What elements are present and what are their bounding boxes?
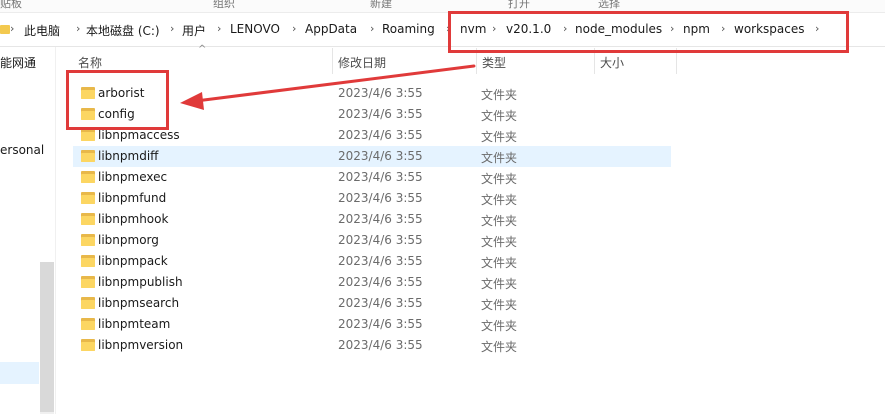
ribbon-open-label[interactable]: 打开	[508, 0, 530, 11]
chevron-right-icon[interactable]: ›	[370, 22, 374, 35]
file-row[interactable]: libnpmfund 2023/4/6 3:55 文件夹	[73, 188, 671, 209]
file-type: 文件夹	[481, 340, 518, 354]
nav-item-personal[interactable]: ersonal	[0, 143, 44, 157]
folder-icon	[81, 318, 95, 330]
file-type: 文件夹	[481, 214, 518, 228]
file-date: 2023/4/6 3:55	[338, 233, 423, 247]
annotation-box-folders	[66, 70, 169, 130]
ribbon-select-label[interactable]: 选择	[598, 0, 620, 11]
chevron-right-icon[interactable]: ›	[10, 22, 14, 35]
chevron-right-icon[interactable]: ›	[76, 22, 80, 35]
column-header-type[interactable]: 类型	[482, 54, 506, 71]
navigation-pane[interactable]: 能网通 ersonal	[0, 47, 56, 414]
file-name[interactable]: libnpmsearch	[98, 296, 179, 310]
file-type: 文件夹	[481, 235, 518, 249]
file-date: 2023/4/6 3:55	[338, 338, 423, 352]
folder-icon	[81, 234, 95, 246]
folder-icon	[81, 276, 95, 288]
file-date: 2023/4/6 3:55	[338, 170, 423, 184]
breadcrumb-appdata[interactable]: AppData	[305, 22, 357, 36]
ribbon-clipboard-label[interactable]: 贴板	[0, 0, 22, 11]
file-type: 文件夹	[481, 130, 518, 144]
file-name[interactable]: libnpmteam	[98, 317, 170, 331]
folder-icon	[81, 150, 95, 162]
file-row[interactable]: libnpmsearch 2023/4/6 3:55 文件夹	[73, 293, 671, 314]
file-date: 2023/4/6 3:55	[338, 296, 423, 310]
file-row[interactable]: libnpmorg 2023/4/6 3:55 文件夹	[73, 230, 671, 251]
breadcrumb-lenovo[interactable]: LENOVO	[230, 22, 280, 36]
file-date: 2023/4/6 3:55	[338, 275, 423, 289]
file-type: 文件夹	[481, 88, 518, 102]
ribbon-organize-label[interactable]: 组织	[213, 0, 235, 11]
file-type: 文件夹	[481, 109, 518, 123]
nav-scrollbar-thumb[interactable]	[40, 262, 54, 412]
file-name[interactable]: libnpmdiff	[98, 149, 158, 163]
nav-item-selected[interactable]	[0, 362, 39, 384]
file-name[interactable]: libnpmexec	[98, 170, 167, 184]
file-date: 2023/4/6 3:55	[338, 212, 423, 226]
file-date: 2023/4/6 3:55	[338, 107, 423, 121]
file-type: 文件夹	[481, 319, 518, 333]
file-date: 2023/4/6 3:55	[338, 86, 423, 100]
folder-icon	[81, 339, 95, 351]
folder-icon	[81, 213, 95, 225]
file-type: 文件夹	[481, 151, 518, 165]
file-date: 2023/4/6 3:55	[338, 128, 423, 142]
file-row[interactable]: libnpmpack 2023/4/6 3:55 文件夹	[73, 251, 671, 272]
file-name[interactable]: libnpmorg	[98, 233, 159, 247]
file-row[interactable]: libnpmhook 2023/4/6 3:55 文件夹	[73, 209, 671, 230]
file-name[interactable]: libnpmversion	[98, 338, 183, 352]
file-row[interactable]: libnpmpublish 2023/4/6 3:55 文件夹	[73, 272, 671, 293]
column-header-date[interactable]: 修改日期	[338, 54, 386, 71]
folder-icon	[0, 25, 10, 34]
file-name[interactable]: libnpmpack	[98, 254, 168, 268]
file-row-hovered[interactable]: libnpmdiff 2023/4/6 3:55 文件夹	[73, 146, 671, 167]
folder-icon	[81, 192, 95, 204]
sort-ascending-icon: ^	[198, 44, 207, 55]
chevron-right-icon[interactable]: ›	[170, 22, 174, 35]
file-row[interactable]: libnpmexec 2023/4/6 3:55 文件夹	[73, 167, 671, 188]
file-name[interactable]: libnpmhook	[98, 212, 168, 226]
file-type: 文件夹	[481, 298, 518, 312]
file-date: 2023/4/6 3:55	[338, 191, 423, 205]
file-row[interactable]: libnpmversion 2023/4/6 3:55 文件夹	[73, 335, 671, 356]
folder-icon	[81, 255, 95, 267]
file-name[interactable]: libnpmfund	[98, 191, 166, 205]
file-name[interactable]: libnpmaccess	[98, 128, 180, 142]
folder-icon	[81, 129, 95, 141]
file-row[interactable]: libnpmteam 2023/4/6 3:55 文件夹	[73, 314, 671, 335]
file-date: 2023/4/6 3:55	[338, 254, 423, 268]
column-header-name[interactable]: 名称	[78, 54, 102, 71]
file-type: 文件夹	[481, 172, 518, 186]
breadcrumb-roaming[interactable]: Roaming	[382, 22, 435, 36]
file-date: 2023/4/6 3:55	[338, 317, 423, 331]
chevron-right-icon[interactable]: ›	[217, 22, 221, 35]
file-date: 2023/4/6 3:55	[338, 149, 423, 163]
breadcrumb-this-pc[interactable]: 此电脑	[24, 22, 60, 39]
column-header-size[interactable]: 大小	[600, 54, 624, 71]
breadcrumb-users[interactable]: 用户	[182, 22, 206, 39]
folder-icon	[81, 171, 95, 183]
file-type: 文件夹	[481, 256, 518, 270]
chevron-right-icon[interactable]: ›	[292, 22, 296, 35]
ribbon-new-label[interactable]: 新建	[370, 0, 392, 11]
annotation-box-path	[448, 11, 849, 53]
file-name[interactable]: libnpmpublish	[98, 275, 183, 289]
column-divider[interactable]	[332, 48, 333, 74]
folder-icon	[81, 297, 95, 309]
file-type: 文件夹	[481, 277, 518, 291]
breadcrumb-local-disk[interactable]: 本地磁盘 (C:)	[86, 22, 160, 39]
file-type: 文件夹	[481, 193, 518, 207]
nav-item-network[interactable]: 能网通	[0, 54, 44, 71]
